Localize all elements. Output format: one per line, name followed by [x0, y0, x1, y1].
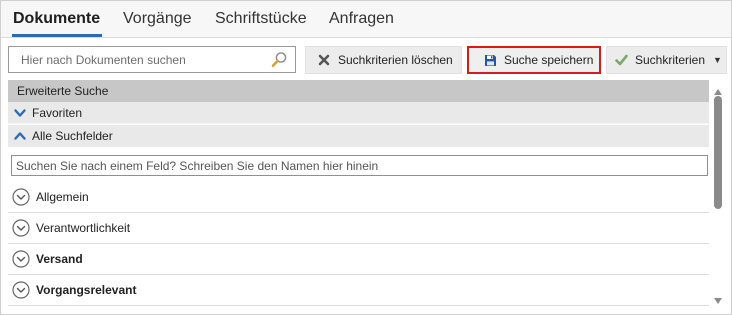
document-search-box [8, 46, 296, 73]
tab-vorgaenge[interactable]: Vorgänge [123, 10, 192, 28]
chevron-up-icon [14, 130, 26, 142]
section-label: Vorgangsrelevant [36, 283, 137, 297]
expand-circle-icon [12, 281, 30, 299]
tab-schriftstuecke[interactable]: Schriftstücke [215, 10, 307, 28]
expand-circle-icon [12, 188, 30, 206]
section-versand[interactable]: Versand [8, 244, 709, 275]
advanced-search-header: Erweiterte Suche [8, 80, 709, 102]
floppy-disk-icon [483, 53, 497, 67]
field-search-box [11, 155, 708, 176]
save-search-label: Suche speichern [504, 53, 594, 67]
scrollbar-thumb[interactable] [714, 96, 722, 209]
advanced-search-content: Erweiterte Suche Favoriten Alle Suchfeld… [8, 80, 709, 308]
x-icon [317, 53, 331, 67]
document-search-input[interactable] [9, 47, 267, 72]
all-fields-toggle[interactable]: Alle Suchfelder [8, 125, 709, 147]
favorites-label: Favoriten [32, 105, 83, 120]
section-label: Allgemein [36, 190, 89, 204]
search-criteria-label: Suchkriterien [635, 53, 706, 67]
clear-criteria-button[interactable]: Suchkriterien löschen [305, 46, 462, 74]
vertical-scrollbar[interactable] [711, 80, 725, 308]
caret-down-icon: ▼ [713, 55, 722, 65]
checkmark-icon [614, 53, 628, 67]
section-allgemein[interactable]: Allgemein [8, 182, 709, 213]
tab-bar: Dokumente Vorgänge Schriftstücke Anfrage… [1, 1, 731, 38]
field-search-input[interactable] [12, 156, 707, 175]
search-criteria-dropdown[interactable]: Suchkriterien ▼ [606, 46, 727, 74]
tab-dokumente[interactable]: Dokumente [13, 10, 100, 28]
all-fields-label: Alle Suchfelder [32, 129, 113, 143]
save-search-button[interactable]: Suche speichern [467, 46, 601, 74]
scroll-down-arrow-icon[interactable] [713, 292, 723, 304]
scroll-up-arrow-icon[interactable] [713, 83, 723, 95]
document-search-panel: Dokumente Vorgänge Schriftstücke Anfrage… [0, 0, 732, 315]
chevron-down-icon [14, 107, 26, 119]
magnifier-icon[interactable] [271, 51, 288, 68]
section-verantwortlichkeit[interactable]: Verantwortlichkeit [8, 213, 709, 244]
active-tab-indicator [12, 34, 102, 37]
clear-criteria-label: Suchkriterien löschen [338, 53, 453, 67]
expand-circle-icon [12, 250, 30, 268]
tab-anfragen[interactable]: Anfragen [329, 10, 394, 28]
favorites-toggle[interactable]: Favoriten [8, 102, 709, 124]
section-label: Verantwortlichkeit [36, 221, 131, 235]
section-label: Versand [36, 252, 83, 266]
section-vorgangsrelevant[interactable]: Vorgangsrelevant [8, 275, 709, 306]
expand-circle-icon [12, 219, 30, 237]
